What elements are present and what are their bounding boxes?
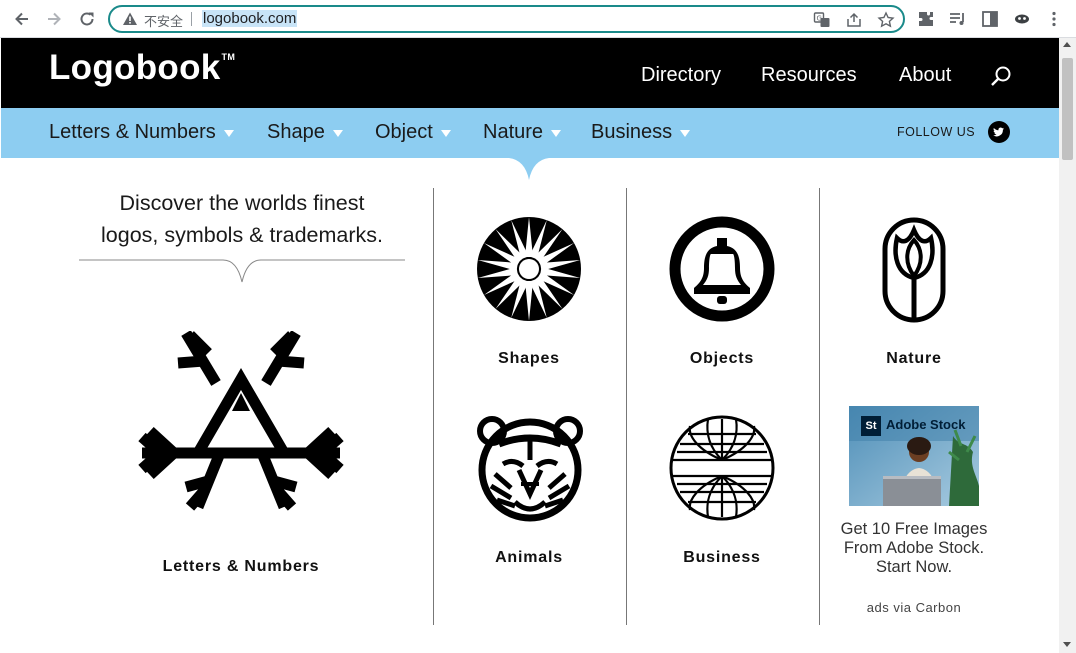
- tagline-line-2: logos, symbols & trademarks.: [101, 223, 383, 247]
- omnibox-divider: [191, 12, 192, 26]
- insecure-label[interactable]: 不安全: [144, 11, 183, 30]
- logo-text[interactable]: Logobook: [49, 48, 221, 87]
- tulip-nature-icon[interactable]: [881, 216, 947, 324]
- nav-about[interactable]: About: [899, 64, 951, 87]
- forward-button[interactable]: [43, 8, 65, 30]
- scroll-down-arrow-icon[interactable]: [1063, 642, 1071, 647]
- twitter-icon[interactable]: [988, 121, 1010, 143]
- side-panel-icon[interactable]: [980, 9, 1000, 29]
- subnav-nature[interactable]: Nature: [483, 121, 562, 144]
- reading-list-icon[interactable]: [948, 9, 968, 29]
- nav-resources[interactable]: Resources: [761, 64, 857, 87]
- translate-icon[interactable]: G: [813, 11, 831, 29]
- nav-directory[interactable]: Directory: [641, 64, 721, 87]
- tiger-animal-icon[interactable]: [475, 414, 585, 522]
- subnav-object[interactable]: Object: [375, 121, 451, 144]
- tagline-divider: [79, 259, 405, 283]
- category-business[interactable]: Business: [642, 549, 802, 567]
- scroll-up-arrow-icon[interactable]: [1063, 42, 1071, 47]
- scroll-thumb[interactable]: [1062, 58, 1073, 160]
- tagline-line-1: Discover the worlds finest: [119, 191, 365, 215]
- profile-avatar-icon[interactable]: [1012, 9, 1032, 29]
- back-arrow-icon: [15, 12, 28, 26]
- ad-image[interactable]: St Adobe Stock: [849, 406, 979, 506]
- page-scrollbar[interactable]: [1059, 38, 1076, 653]
- subnav-label: Nature: [483, 121, 544, 143]
- browser-toolbar: 不安全 logobook.com G: [0, 0, 1076, 38]
- extensions-icon[interactable]: [916, 9, 936, 29]
- site-logo[interactable]: LogobookTM: [49, 48, 236, 88]
- chevron-down-icon: [332, 130, 343, 137]
- ad-text[interactable]: Get 10 Free Images From Adobe Stock. Sta…: [839, 520, 989, 577]
- site-tagline: Discover the worlds finest logos, symbol…: [77, 187, 407, 251]
- reload-button[interactable]: [76, 8, 98, 30]
- follow-us-label: FOLLOW US: [897, 125, 976, 139]
- category-animals[interactable]: Animals: [449, 549, 609, 567]
- chevron-down-icon: [680, 130, 691, 137]
- forward-arrow-icon: [48, 12, 61, 26]
- column-divider: [819, 188, 820, 625]
- chevron-down-icon: [440, 130, 451, 137]
- column-divider: [626, 188, 627, 625]
- search-icon[interactable]: [989, 65, 1013, 89]
- adobe-stock-brand: Adobe Stock: [886, 417, 966, 432]
- adobe-stock-badge: St: [861, 416, 881, 436]
- bell-object-icon[interactable]: [669, 216, 775, 322]
- sunburst-shape-icon[interactable]: [475, 215, 583, 323]
- chevron-down-icon: [223, 130, 234, 137]
- warning-icon[interactable]: [122, 11, 138, 27]
- subnav-label: Letters & Numbers: [49, 121, 216, 143]
- subnav-shape[interactable]: Shape: [267, 121, 343, 144]
- feature-label[interactable]: Letters & Numbers: [141, 558, 341, 576]
- nav-notch: [509, 158, 549, 180]
- site-header: LogobookTM Directory Resources About: [1, 38, 1059, 108]
- snowflake-logo-icon[interactable]: [138, 331, 344, 511]
- share-icon[interactable]: [845, 11, 863, 29]
- reload-icon: [80, 12, 94, 26]
- subnav-letters-numbers[interactable]: Letters & Numbers: [49, 121, 234, 144]
- url-text[interactable]: logobook.com: [202, 10, 298, 27]
- back-button[interactable]: [11, 8, 33, 30]
- column-divider: [433, 188, 434, 625]
- address-bar[interactable]: 不安全 logobook.com G: [108, 5, 905, 33]
- category-shapes[interactable]: Shapes: [449, 350, 609, 368]
- subnav-label: Shape: [267, 121, 325, 143]
- logo-trademark: TM: [221, 52, 236, 62]
- chevron-down-icon: [551, 130, 562, 137]
- svg-text:G: G: [817, 15, 822, 23]
- subnav-label: Business: [591, 121, 673, 143]
- web-page: LogobookTM Directory Resources About Let…: [1, 38, 1059, 653]
- browser-menu-icon[interactable]: [1044, 9, 1064, 29]
- subnav-label: Object: [375, 121, 433, 143]
- subnav-business[interactable]: Business: [591, 121, 691, 144]
- category-navigation: Letters & Numbers Shape Object Nature Bu…: [1, 108, 1059, 158]
- category-nature[interactable]: Nature: [834, 350, 994, 368]
- ad-via-carbon[interactable]: ads via Carbon: [839, 600, 989, 615]
- globe-business-icon[interactable]: [668, 414, 776, 522]
- bookmark-star-icon[interactable]: [877, 11, 895, 29]
- category-objects[interactable]: Objects: [642, 350, 802, 368]
